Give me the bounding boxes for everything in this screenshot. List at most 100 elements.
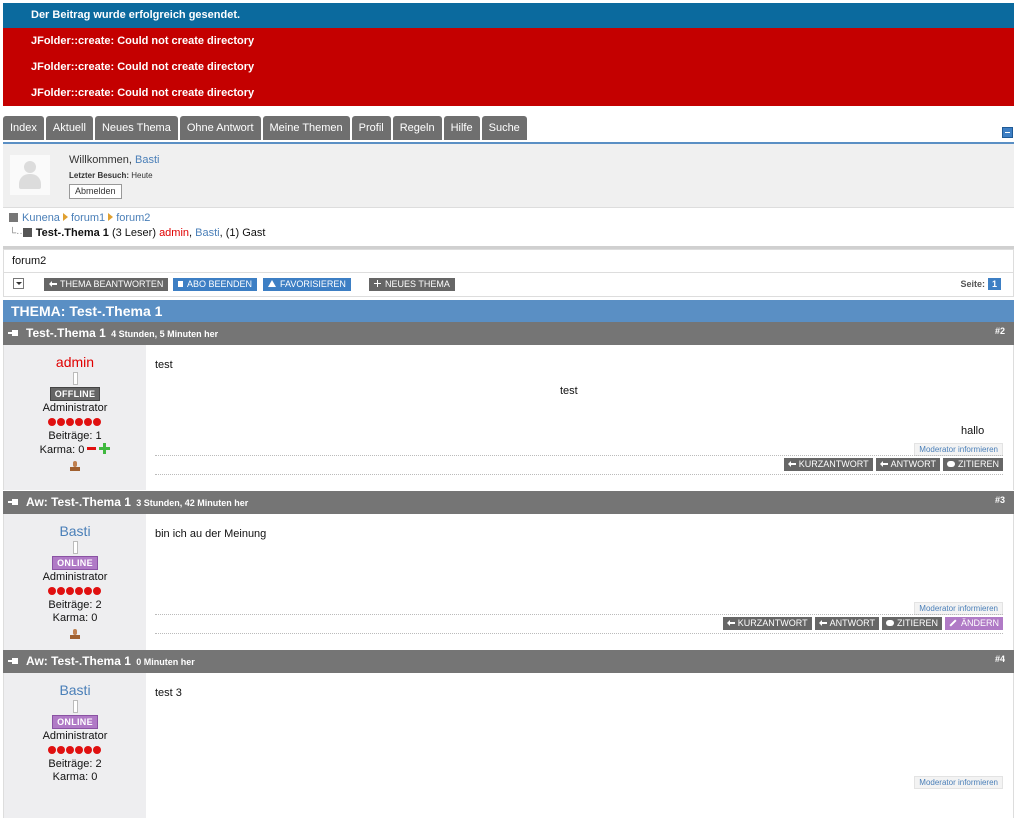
new-topic-label: NEUES THEMA xyxy=(385,279,450,289)
post: Test-.Thema 1 4 Stunden, 5 Minuten her #… xyxy=(3,322,1014,490)
post-subject: Aw: Test-.Thema 1 3 Stunden, 42 Minuten … xyxy=(26,495,248,509)
divider xyxy=(155,633,1003,634)
topic-action-bar: THEMA BEANTWORTEN ABO BEENDEN FAVORISIER… xyxy=(3,273,1014,297)
tab-index[interactable]: Index xyxy=(3,116,44,140)
post-count-value: 2 xyxy=(95,758,102,770)
post-number-link[interactable]: #2 xyxy=(995,326,1005,336)
pencil-icon xyxy=(949,619,957,627)
last-visit-label: Letzter Besuch: xyxy=(69,171,130,180)
karma-value: 0 xyxy=(91,612,98,624)
post-count-label: Beiträge: xyxy=(48,758,93,770)
quick-reply-button[interactable]: KURZANTWORT xyxy=(783,458,873,471)
rank-dots xyxy=(4,745,146,755)
main-menu-tabs: Index Aktuell Neues Thema Ohne Antwort M… xyxy=(3,116,1014,144)
quote-button[interactable]: ZITIEREN xyxy=(881,617,942,630)
post-actions: KURZANTWORT ANTWORT ZITIEREN ÄNDERN xyxy=(720,617,1003,630)
plus-icon xyxy=(374,280,381,287)
report-moderator-link[interactable]: Moderator informieren xyxy=(914,776,1003,789)
karma-value: 0 xyxy=(78,444,85,456)
post-time: 3 Stunden, 42 Minuten her xyxy=(136,498,249,508)
flag-icon xyxy=(178,281,183,287)
welcome-text: Willkommen, Basti xyxy=(69,154,159,166)
quote-icon xyxy=(885,620,894,626)
breadcrumb-item-forum1[interactable]: forum1 xyxy=(71,212,105,224)
post-time: 0 Minuten her xyxy=(136,657,195,667)
post-username-link[interactable]: Basti xyxy=(4,523,146,539)
post-subject-text: Aw: Test-.Thema 1 xyxy=(26,654,131,668)
user-karma: Karma: 0 xyxy=(4,612,146,624)
avatar xyxy=(10,155,50,195)
tab-profil[interactable]: Profil xyxy=(351,116,391,140)
reply-arrow-icon xyxy=(49,280,57,287)
quote-label: ZITIEREN xyxy=(896,618,938,628)
post-actions: KURZANTWORT ANTWORT ZITIEREN xyxy=(781,458,1003,471)
error-message: JFolder::create: Could not create direct… xyxy=(3,80,1014,106)
user-karma: Karma: 0 xyxy=(4,771,146,783)
tab-suche[interactable]: Suche xyxy=(481,116,527,140)
breadcrumb-arrow-icon xyxy=(62,213,68,221)
new-topic-button[interactable]: NEUES THEMA xyxy=(369,278,455,291)
breadcrumb-item-kunena[interactable]: Kunena xyxy=(22,212,60,224)
status-badge: ONLINE xyxy=(52,715,98,729)
collapse-post-icon[interactable] xyxy=(8,499,18,506)
tab-meine-themen[interactable]: Meine Themen xyxy=(262,116,350,140)
quick-reply-button[interactable]: KURZANTWORT xyxy=(722,617,812,630)
post-number-link[interactable]: #3 xyxy=(995,495,1005,505)
post-count-label: Beiträge: xyxy=(48,599,93,611)
divider xyxy=(155,455,1003,456)
topic-readers-line: └·· Test-.Thema 1 (3 Leser) admin, Basti,… xyxy=(9,227,266,239)
reply-button[interactable]: ANTWORT xyxy=(875,458,940,471)
profile-username-link[interactable]: Basti xyxy=(135,154,159,166)
collapse-post-icon[interactable] xyxy=(8,330,18,337)
breadcrumb-item-forum2[interactable]: forum2 xyxy=(116,212,150,224)
karma-plus-icon[interactable] xyxy=(99,443,111,454)
dropdown-toggle-icon[interactable] xyxy=(13,278,24,289)
karma-label: Karma: xyxy=(52,612,89,624)
status-badge: ONLINE xyxy=(52,556,98,570)
tab-hilfe[interactable]: Hilfe xyxy=(443,116,480,140)
breadcrumb: Kunena forum1 forum2 xyxy=(9,212,150,224)
post-username-link[interactable]: Basti xyxy=(4,682,146,698)
success-message: Der Beitrag wurde erfolgreich gesendet. xyxy=(3,3,1014,28)
favorite-button[interactable]: FAVORISIEREN xyxy=(263,278,351,291)
post-message: bin ich au der Meinung xyxy=(155,528,267,540)
post-header: Test-.Thema 1 4 Stunden, 5 Minuten her #… xyxy=(3,322,1014,345)
collapse-post-icon[interactable] xyxy=(8,658,18,665)
quick-reply-label: KURZANTWORT xyxy=(798,459,869,469)
post-body: Basti ONLINE Administrator Beiträge: 2 K… xyxy=(3,514,1014,659)
reply-arrow-icon xyxy=(879,460,888,467)
reply-arrow-icon xyxy=(787,460,796,467)
collapse-icon[interactable] xyxy=(1002,127,1013,138)
tab-neues-thema[interactable]: Neues Thema xyxy=(94,116,178,140)
karma-value: 0 xyxy=(91,771,98,783)
tab-regeln[interactable]: Regeln xyxy=(392,116,442,140)
reply-topic-button[interactable]: THEMA BEANTWORTEN xyxy=(44,278,169,291)
post-number-link[interactable]: #4 xyxy=(995,654,1005,664)
logout-button[interactable]: Abmelden xyxy=(69,184,122,199)
karma-minus-icon[interactable] xyxy=(87,447,97,450)
tab-ohne-antwort[interactable]: Ohne Antwort xyxy=(179,116,261,140)
post-header: Aw: Test-.Thema 1 0 Minuten her #4 xyxy=(3,650,1014,673)
quote-icon xyxy=(946,461,955,467)
page-label: Seite: xyxy=(960,279,985,289)
user-post-count: Beiträge: 2 xyxy=(4,599,146,611)
unsubscribe-button[interactable]: ABO BEENDEN xyxy=(173,278,258,291)
error-message: JFolder::create: Could not create direct… xyxy=(3,28,1014,54)
tab-aktuell[interactable]: Aktuell xyxy=(45,116,93,140)
user-stamp-icon xyxy=(70,461,80,472)
profile-box: Willkommen, Basti Letzter Besuch: Heute … xyxy=(3,144,1014,208)
post-subject: Aw: Test-.Thema 1 0 Minuten her xyxy=(26,654,195,668)
quote-button[interactable]: ZITIEREN xyxy=(942,458,1003,471)
last-visit: Letzter Besuch: Heute xyxy=(69,171,153,180)
edit-button[interactable]: ÄNDERN xyxy=(944,617,1003,630)
post-username-link[interactable]: admin xyxy=(4,354,146,370)
unsubscribe-label: ABO BEENDEN xyxy=(187,279,253,289)
reader-admin-link[interactable]: admin xyxy=(159,227,189,239)
divider xyxy=(155,614,1003,615)
topic-header: THEMA: Test-.Thema 1 xyxy=(3,300,1014,322)
reader-basti-link[interactable]: Basti xyxy=(195,227,219,239)
rank-dots xyxy=(4,586,146,596)
reply-button[interactable]: ANTWORT xyxy=(814,617,879,630)
post-user-info: Basti ONLINE Administrator Beiträge: 2 K… xyxy=(4,514,146,659)
page-number-button[interactable]: 1 xyxy=(987,278,1001,290)
